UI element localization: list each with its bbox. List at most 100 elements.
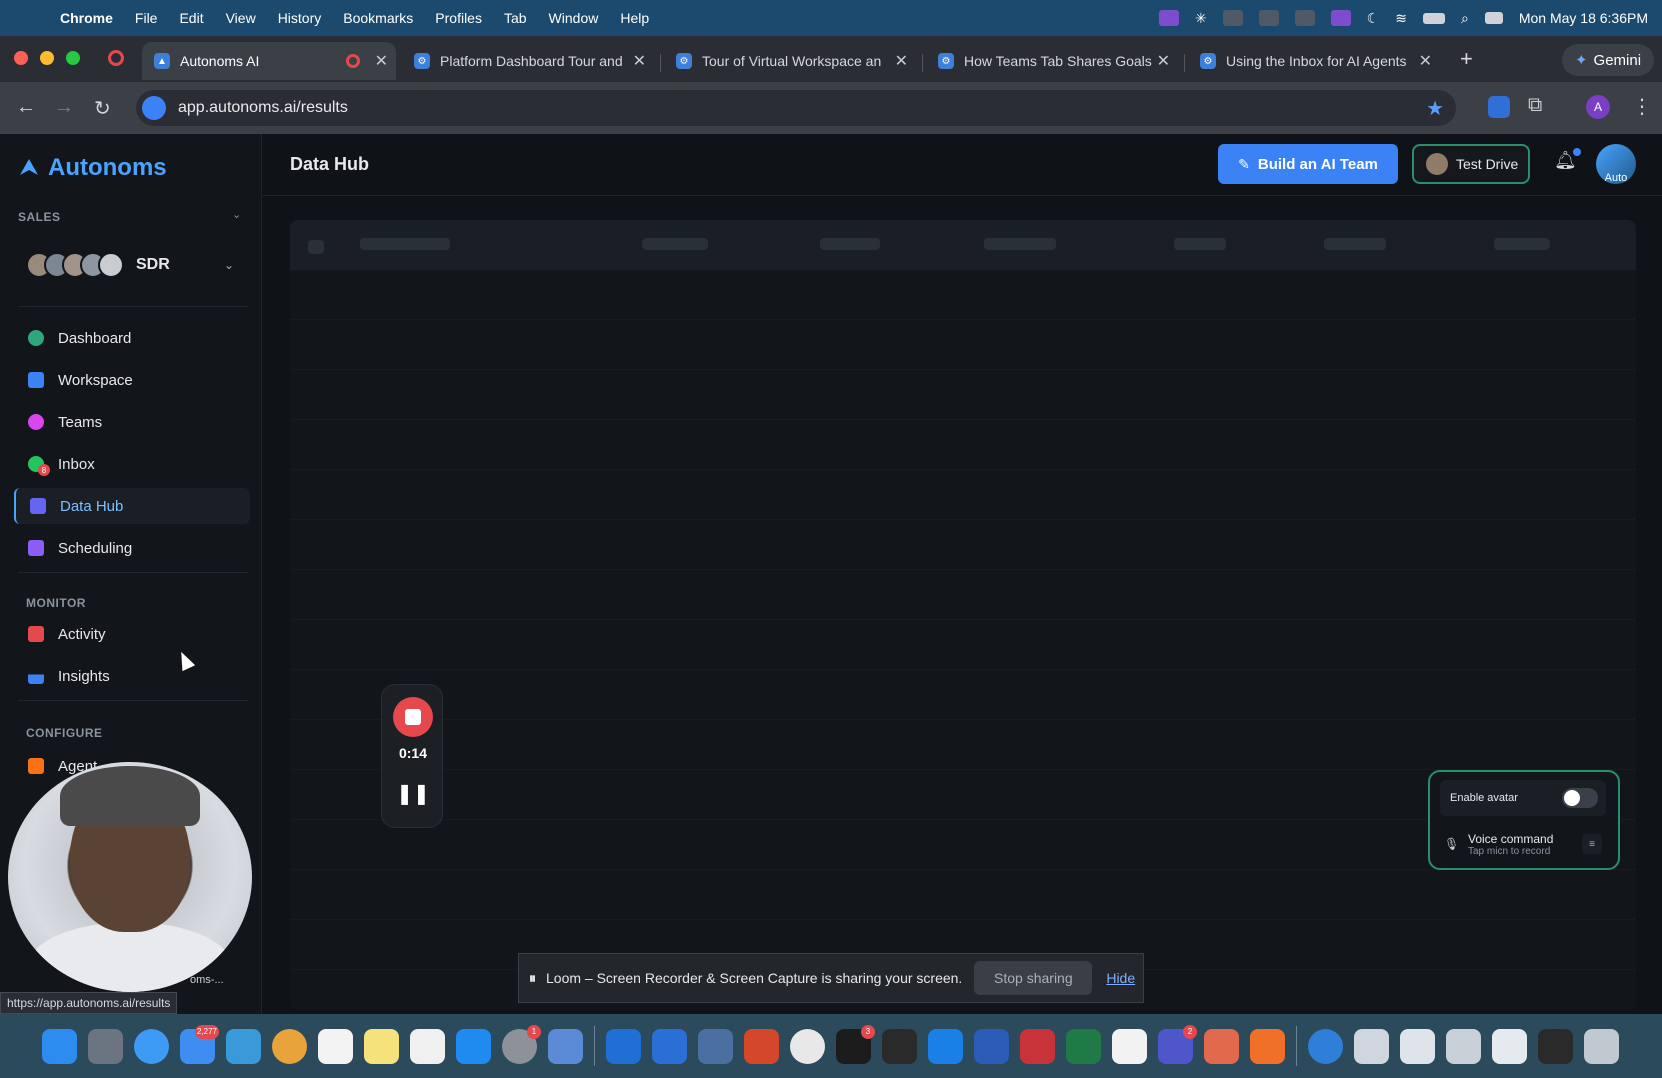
control-center-icon[interactable] (1484, 12, 1503, 24)
stop-recording-button[interactable] (393, 697, 433, 737)
launchpad-icon[interactable] (88, 1028, 123, 1064)
screen-share-icon[interactable] (1158, 10, 1179, 26)
extensions-puzzle-icon[interactable]: ⧉ (1528, 94, 1542, 117)
hide-sharing-bar-link[interactable]: Hide (1106, 970, 1135, 986)
sidebar-item-dashboard[interactable]: Dashboard (14, 320, 250, 356)
user-avatar[interactable]: Auto (1596, 144, 1636, 184)
chrome-icon[interactable] (790, 1028, 825, 1064)
close-window-button[interactable] (14, 51, 28, 65)
menu-history[interactable]: History (278, 10, 322, 26)
sidebar-item-scheduling[interactable]: Scheduling (14, 530, 250, 566)
address-bar[interactable]: app.autonoms.ai/results ★ (136, 90, 1456, 126)
forward-icon[interactable]: → (54, 96, 74, 119)
proton-icon[interactable] (928, 1028, 963, 1064)
reload-icon[interactable]: ↻ (94, 96, 111, 121)
gemini-button[interactable]: ✦ Gemini (1562, 44, 1654, 76)
close-tab-icon[interactable]: ✕ (633, 51, 646, 71)
menu-profiles[interactable]: Profiles (435, 10, 482, 26)
zoom-window-button[interactable] (66, 51, 80, 65)
address-url[interactable]: app.autonoms.ai/results (178, 99, 348, 117)
system-settings-icon[interactable]: 1 (502, 1024, 541, 1064)
freeform-icon[interactable] (410, 1028, 445, 1064)
wifi-icon[interactable]: ≋ (1395, 10, 1407, 27)
powerpoint-icon[interactable] (744, 1028, 779, 1064)
slack-icon[interactable] (1112, 1028, 1147, 1064)
safari-icon[interactable] (134, 1028, 169, 1064)
close-tab-icon[interactable]: ✕ (1157, 51, 1170, 71)
sidebar-item-inbox[interactable]: 8 Inbox (14, 446, 250, 482)
menu-window[interactable]: Window (549, 10, 599, 26)
sidebar-item-activity[interactable]: Activity (14, 616, 250, 652)
close-tab-icon[interactable]: ✕ (895, 51, 908, 71)
calendar-icon[interactable] (318, 1028, 353, 1064)
box-status-icon[interactable] (1258, 10, 1279, 26)
battery-icon[interactable] (1422, 12, 1445, 24)
sidebar-item-insights[interactable]: Insights (14, 658, 250, 694)
sidebar-item-data-hub[interactable]: Data Hub (14, 488, 250, 524)
documents-folder-icon[interactable] (1400, 1028, 1435, 1064)
windows-app-icon[interactable] (606, 1028, 641, 1064)
tab-virtual-workspace[interactable]: ⚙ Tour of Virtual Workspace an ✕ (664, 42, 916, 80)
notification-bell-icon[interactable]: 🔔︎ (1554, 148, 1581, 171)
tab-teams-goals[interactable]: ⚙ How Teams Tab Shares Goals ✕ (926, 42, 1178, 80)
close-tab-icon[interactable]: ✕ (375, 51, 388, 71)
menu-bookmarks[interactable]: Bookmarks (343, 10, 413, 26)
menu-edit[interactable]: Edit (179, 10, 203, 26)
pause-recording-button[interactable]: ❚❚ (382, 781, 444, 806)
voice-command-row[interactable]: 🎙︎ Voice command Tap micn to record ≡ (1440, 824, 1606, 864)
menu-help[interactable]: Help (620, 10, 649, 26)
terminal-icon[interactable]: 3 (836, 1024, 875, 1064)
cursor-app-icon[interactable] (882, 1028, 917, 1064)
downloads-folder-icon[interactable] (1354, 1028, 1389, 1064)
screen-window-icon[interactable] (1538, 1028, 1573, 1064)
voice-settings-icon[interactable]: ≡ (1582, 834, 1602, 854)
team-selector[interactable]: SDR ⌄ (18, 240, 248, 290)
webcam-bubble[interactable] (8, 762, 252, 992)
teams-dock-icon[interactable]: 2 (1158, 1024, 1197, 1064)
loom-status-icon[interactable]: ✳ (1195, 10, 1207, 27)
app-icon[interactable] (698, 1028, 733, 1064)
drag-handle-icon[interactable]: ⏸ (529, 970, 536, 987)
globe-icon[interactable] (1308, 1028, 1343, 1064)
outlook-icon[interactable] (652, 1028, 687, 1064)
menu-app-name[interactable]: Chrome (60, 10, 113, 26)
extension-icon[interactable] (1488, 96, 1510, 118)
build-ai-team-button[interactable]: ✎ Build an AI Team (1218, 144, 1398, 184)
sidebar-item-workspace[interactable]: Workspace (14, 362, 250, 398)
menu-view[interactable]: View (226, 10, 256, 26)
folder-icon[interactable] (1446, 1028, 1481, 1064)
tab-platform-dashboard[interactable]: ⚙ Platform Dashboard Tour and ✕ (402, 42, 654, 80)
excel-icon[interactable] (1066, 1028, 1101, 1064)
collapse-sales-chevron-icon[interactable]: ⌄ (232, 208, 241, 221)
finder-icon[interactable] (42, 1028, 77, 1064)
claude-icon[interactable] (1204, 1028, 1239, 1064)
notes-icon[interactable] (364, 1028, 399, 1064)
select-all-checkbox[interactable] (308, 240, 324, 254)
chrome-menu-icon[interactable]: ⋮ (1632, 94, 1652, 119)
menu-file[interactable]: File (135, 10, 158, 26)
test-drive-button[interactable]: Test Drive (1412, 144, 1530, 184)
stop-sharing-button[interactable]: Stop sharing (974, 961, 1093, 995)
preview-icon[interactable] (548, 1028, 583, 1064)
window-status-icon[interactable] (1330, 10, 1351, 26)
grid-status-icon[interactable] (1294, 10, 1315, 26)
minimize-window-button[interactable] (40, 51, 54, 65)
preview-window-icon[interactable] (1492, 1028, 1527, 1064)
sidebar-item-teams[interactable]: Teams (14, 404, 250, 440)
photos-icon[interactable] (272, 1028, 307, 1064)
slack-status-icon[interactable] (1222, 10, 1243, 26)
new-tab-button[interactable]: + (1460, 46, 1473, 72)
back-icon[interactable]: ← (16, 96, 36, 119)
spotlight-search-icon[interactable]: ⌕ (1461, 10, 1469, 27)
maps-icon[interactable] (226, 1028, 261, 1064)
microphone-icon[interactable]: 🎙︎ (1444, 837, 1459, 851)
word-icon[interactable] (974, 1028, 1009, 1064)
moon-icon[interactable]: ☾ (1367, 10, 1380, 27)
pages-icon[interactable] (1250, 1028, 1285, 1064)
trash-icon[interactable] (1584, 1028, 1619, 1064)
mail-icon[interactable]: 2,277 (180, 1024, 219, 1064)
tab-autonoms-ai[interactable]: ▲ Autonoms AI ✕ (142, 42, 396, 80)
tab-inbox-agents[interactable]: ⚙ Using the Inbox for AI Agents ✕ (1188, 42, 1440, 80)
site-info-icon[interactable] (142, 96, 166, 120)
enable-avatar-toggle[interactable] (1562, 788, 1598, 808)
